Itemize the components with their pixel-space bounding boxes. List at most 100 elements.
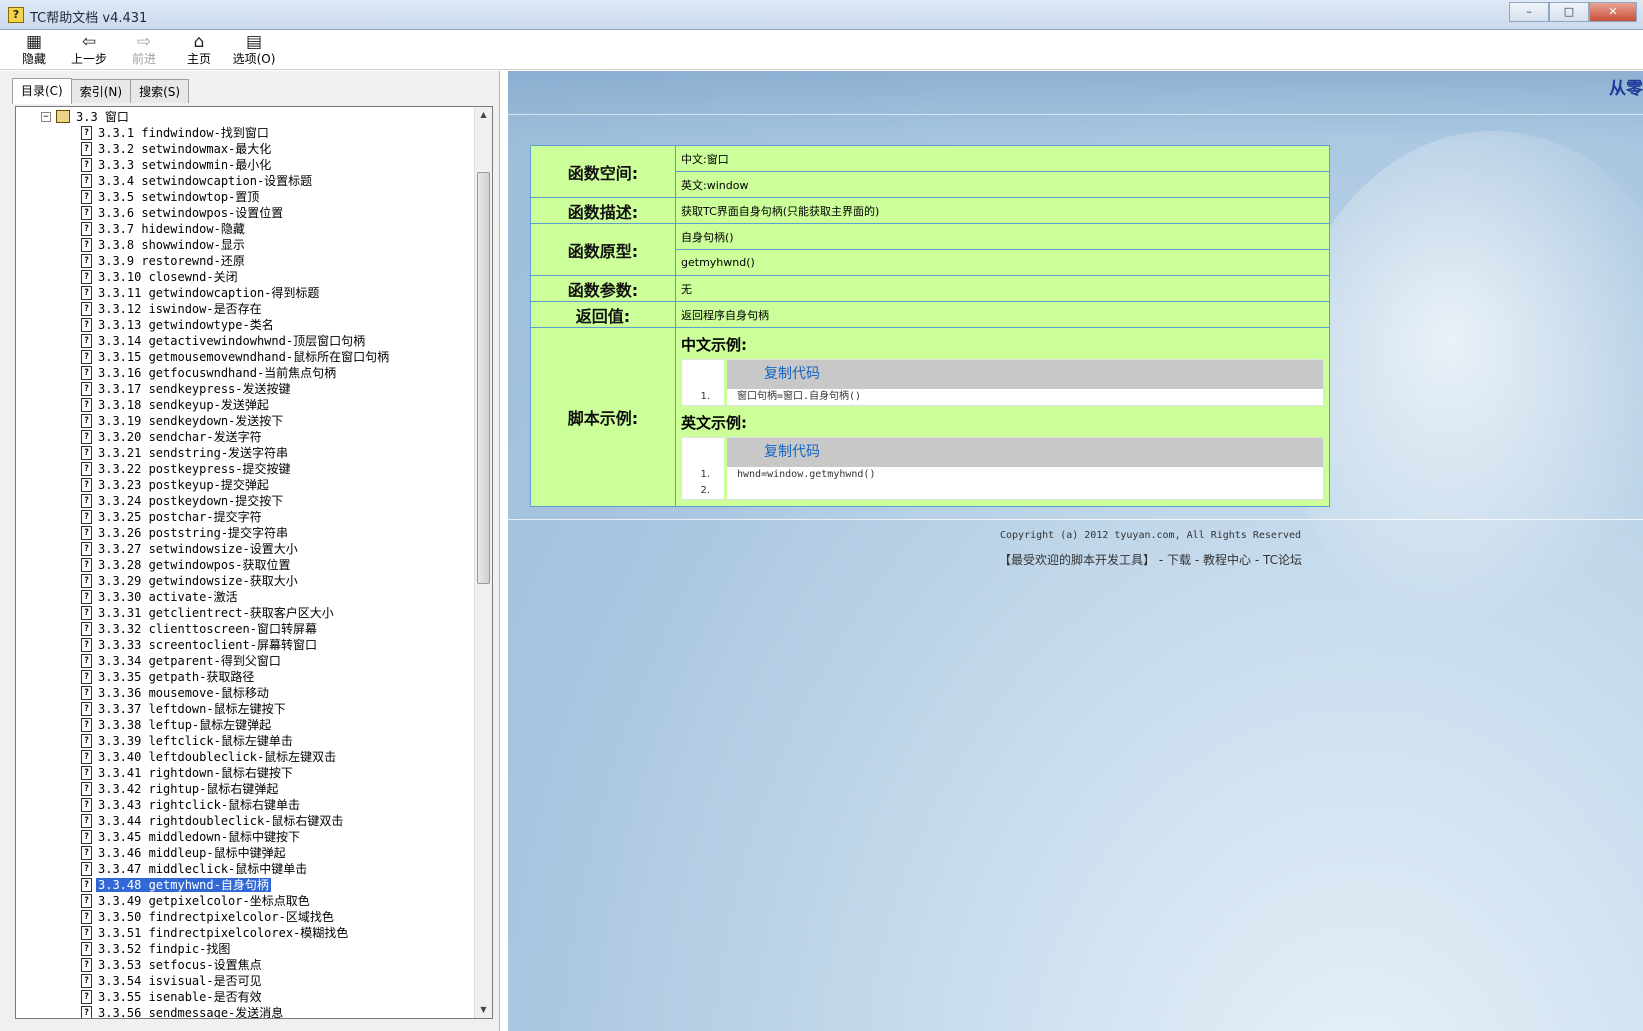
tree-item[interactable]: ? 3.3.33 screentoclient-屏幕转窗口: [16, 637, 471, 653]
tree-item[interactable]: ? 3.3.47 middleclick-鼠标中键单击: [16, 861, 471, 877]
tree-item[interactable]: ? 3.3.53 setfocus-设置焦点: [16, 957, 471, 973]
tree-item[interactable]: ? 3.3.40 leftdoubleclick-鼠标左键双击: [16, 749, 471, 765]
tree-item[interactable]: ? 3.3.25 postchar-提交字符: [16, 509, 471, 525]
tree-item[interactable]: ? 3.3.5 setwindowtop-置顶: [16, 189, 471, 205]
cn-copy-code-link[interactable]: 复制代码: [727, 360, 1323, 389]
tree-item[interactable]: ? 3.3.19 sendkeydown-发送按下: [16, 413, 471, 429]
tree-item[interactable]: ? 3.3.52 findpic-找图: [16, 941, 471, 957]
tree-item[interactable]: ? 3.3.32 clienttoscreen-窗口转屏幕: [16, 621, 471, 637]
tree-item[interactable]: ? 3.3.24 postkeydown-提交按下: [16, 493, 471, 509]
tree-item[interactable]: ? 3.3.37 leftdown-鼠标左键按下: [16, 701, 471, 717]
tree-item[interactable]: ? 3.3.16 getfocuswndhand-当前焦点句柄: [16, 365, 471, 381]
tree-item[interactable]: ? 3.3.30 activate-激活: [16, 589, 471, 605]
tree-item[interactable]: ? 3.3.26 poststring-提交字符串: [16, 525, 471, 541]
scroll-up-icon[interactable]: ▲: [475, 107, 492, 123]
contents-tree[interactable]: − 3.3 窗口 ? 3.3.1 findwindow-找到窗口? 3.3.2 se…: [15, 106, 493, 1019]
app-help-icon: ?: [8, 7, 24, 23]
help-topic-icon: ?: [81, 206, 92, 220]
hide-label: 隐藏: [21, 52, 46, 66]
minimize-button[interactable]: –: [1509, 2, 1549, 22]
tree-item-label: 3.3.53 setfocus-设置焦点: [98, 958, 262, 972]
prototype-en: getmyhwnd(): [675, 249, 1330, 276]
tree-item[interactable]: ? 3.3.23 postkeyup-提交弹起: [16, 477, 471, 493]
tab-index[interactable]: 索引(N): [70, 79, 132, 103]
tree-item[interactable]: ? 3.3.20 sendchar-发送字符: [16, 429, 471, 445]
tree-item[interactable]: ? 3.3.34 getparent-得到父窗口: [16, 653, 471, 669]
tree-item[interactable]: ? 3.3.45 middledown-鼠标中键按下: [16, 829, 471, 845]
tree-item[interactable]: ? 3.3.28 getwindowpos-获取位置: [16, 557, 471, 573]
tree-item-label: 3.3.50 findrectpixelcolor-区域找色: [98, 910, 334, 924]
tree-item[interactable]: ? 3.3.51 findrectpixelcolorex-模糊找色: [16, 925, 471, 941]
tree-item[interactable]: ? 3.3.8 showwindow-显示: [16, 237, 471, 253]
tree-item[interactable]: ? 3.3.4 setwindowcaption-设置标题: [16, 173, 471, 189]
help-topic-icon: ?: [81, 126, 92, 140]
tree-item[interactable]: ? 3.3.49 getpixelcolor-坐标点取色: [16, 893, 471, 909]
help-topic-icon: ?: [81, 398, 92, 412]
help-topic-icon: ?: [81, 862, 92, 876]
scroll-down-icon[interactable]: ▼: [475, 1002, 492, 1018]
home-button[interactable]: ⌂ 主页: [171, 32, 227, 68]
back-button[interactable]: ⇦ 上一步: [61, 32, 117, 68]
tree-item[interactable]: ? 3.3.9 restorewnd-还原: [16, 253, 471, 269]
forward-button[interactable]: ⇨ 前进: [116, 32, 172, 68]
tree-item[interactable]: ? 3.3.50 findrectpixelcolor-区域找色: [16, 909, 471, 925]
tree-item[interactable]: ? 3.3.36 mousemove-鼠标移动: [16, 685, 471, 701]
tree-item[interactable]: ? 3.3.31 getclientrect-获取客户区大小: [16, 605, 471, 621]
tree-item[interactable]: ? 3.3.22 postkeypress-提交按键: [16, 461, 471, 477]
tree-item[interactable]: ? 3.3.48 getmyhwnd-自身句柄: [16, 877, 471, 893]
tree-item[interactable]: ? 3.3.41 rightdown-鼠标右键按下: [16, 765, 471, 781]
params-value: 无: [675, 275, 1330, 302]
tree-item-label: 3.3.7 hidewindow-隐藏: [98, 222, 245, 236]
help-topic-icon: ?: [81, 606, 92, 620]
tree-item[interactable]: ? 3.3.13 getwindowtype-类名: [16, 317, 471, 333]
tree-item[interactable]: ? 3.3.43 rightclick-鼠标右键单击: [16, 797, 471, 813]
tree-item[interactable]: ? 3.3.15 getmousemovewndhand-鼠标所在窗口句柄: [16, 349, 471, 365]
forum-link[interactable]: TC论坛: [1263, 553, 1302, 567]
tree-item[interactable]: ? 3.3.14 getactivewindowhwnd-顶层窗口句柄: [16, 333, 471, 349]
tree-item[interactable]: ? 3.3.56 sendmessage-发送消息: [16, 1005, 471, 1018]
tree-item[interactable]: ? 3.3.42 rightup-鼠标右键弹起: [16, 781, 471, 797]
tree-item[interactable]: ? 3.3.3 setwindowmin-最小化: [16, 157, 471, 173]
tree-item[interactable]: ? 3.3.55 isenable-是否有效: [16, 989, 471, 1005]
collapse-icon[interactable]: −: [41, 112, 51, 122]
tree-item[interactable]: ? 3.3.10 closewnd-关闭: [16, 269, 471, 285]
cn-line-numbers: 1.: [682, 360, 727, 405]
tree-item[interactable]: ? 3.3.2 setwindowmax-最大化: [16, 141, 471, 157]
tab-search[interactable]: 搜索(S): [130, 79, 190, 103]
tree-item[interactable]: ? 3.3.27 setwindowsize-设置大小: [16, 541, 471, 557]
tree-item[interactable]: ? 3.3.1 findwindow-找到窗口: [16, 125, 471, 141]
download-link[interactable]: 下载: [1167, 553, 1191, 567]
hide-pane-icon: ▦: [25, 32, 43, 52]
en-copy-code-link[interactable]: 复制代码: [727, 438, 1323, 467]
help-topic-icon: ?: [81, 958, 92, 972]
slogan-link[interactable]: 【最受欢迎的脚本开发工具】: [999, 553, 1155, 567]
tree-item-label: 3.3.38 leftup-鼠标左键弹起: [98, 718, 272, 732]
tree-item[interactable]: ? 3.3.29 getwindowsize-获取大小: [16, 573, 471, 589]
tree-item[interactable]: ? 3.3.44 rightdoubleclick-鼠标右键双击: [16, 813, 471, 829]
tree-item[interactable]: ? 3.3.21 sendstring-发送字符串: [16, 445, 471, 461]
tree-item[interactable]: ? 3.3.11 getwindowcaption-得到标题: [16, 285, 471, 301]
tree-item[interactable]: ? 3.3.18 sendkeyup-发送弹起: [16, 397, 471, 413]
help-topic-icon: ?: [81, 158, 92, 172]
tree-item[interactable]: ? 3.3.12 iswindow-是否存在: [16, 301, 471, 317]
tree-item[interactable]: ? 3.3.38 leftup-鼠标左键弹起: [16, 717, 471, 733]
tree-item[interactable]: ? 3.3.6 setwindowpos-设置位置: [16, 205, 471, 221]
close-button[interactable]: ✕: [1589, 2, 1637, 22]
maximize-button[interactable]: □: [1549, 2, 1589, 22]
hide-button[interactable]: ▦ 隐藏: [6, 32, 62, 68]
tree-root-node[interactable]: − 3.3 窗口: [16, 109, 471, 125]
tree-item[interactable]: ? 3.3.39 leftclick-鼠标左键单击: [16, 733, 471, 749]
line-number: 1.: [700, 391, 710, 402]
options-button[interactable]: ▤ 选项(O): [226, 32, 282, 68]
tree-item[interactable]: ? 3.3.35 getpath-获取路径: [16, 669, 471, 685]
tutorials-link[interactable]: 教程中心: [1203, 553, 1251, 567]
tree-item[interactable]: ? 3.3.54 isvisual-是否可见: [16, 973, 471, 989]
help-topic-icon: ?: [81, 446, 92, 460]
tree-item[interactable]: ? 3.3.7 hidewindow-隐藏: [16, 221, 471, 237]
tree-scrollbar[interactable]: ▲ ▼: [474, 107, 492, 1018]
tab-contents[interactable]: 目录(C): [12, 78, 72, 104]
tree-item-label: 3.3.9 restorewnd-还原: [98, 254, 245, 268]
tree-item[interactable]: ? 3.3.46 middleup-鼠标中键弹起: [16, 845, 471, 861]
tree-item[interactable]: ? 3.3.17 sendkeypress-发送按键: [16, 381, 471, 397]
scroll-thumb[interactable]: [477, 172, 490, 584]
